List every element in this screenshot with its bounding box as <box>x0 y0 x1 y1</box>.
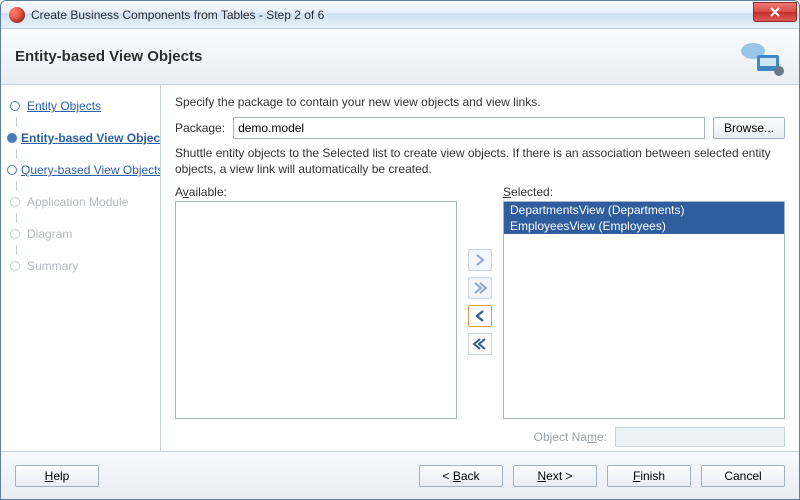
step-sidebar: Entity Objects Entity-based View Objects… <box>1 85 161 451</box>
package-input[interactable] <box>233 117 705 139</box>
header-graphic-icon <box>731 37 785 77</box>
titlebar: Create Business Components from Tables -… <box>1 1 799 29</box>
step-entity-objects[interactable]: Entity Objects <box>1 95 154 117</box>
step-summary: Summary <box>1 255 154 277</box>
step-label: Entity-based View Objects <box>21 131 161 145</box>
cancel-button[interactable]: Cancel <box>701 465 785 487</box>
step-label: Query-based View Objects <box>21 163 161 177</box>
move-left-button[interactable] <box>468 305 492 327</box>
move-all-left-button[interactable] <box>468 333 492 355</box>
shuttle-instruction: Shuttle entity objects to the Selected l… <box>175 145 785 177</box>
step-label: Diagram <box>27 227 72 241</box>
shuttle: Available: Selected: DepartmentsView (De… <box>175 185 785 419</box>
chevron-right-icon <box>473 253 487 267</box>
object-name-row: Object Name: <box>175 427 785 447</box>
move-right-button[interactable] <box>468 249 492 271</box>
list-item[interactable]: DepartmentsView (Departments) <box>504 202 784 218</box>
app-icon <box>9 7 25 23</box>
page-title: Entity-based View Objects <box>15 48 202 65</box>
list-item[interactable]: EmployeesView (Employees) <box>504 218 784 234</box>
package-label: Package: <box>175 121 225 135</box>
close-button[interactable] <box>753 2 797 22</box>
available-label: Available: <box>175 185 457 199</box>
wizard-footer: Help < Back Next > Finish Cancel <box>1 451 799 499</box>
help-button[interactable]: Help <box>15 465 99 487</box>
shuttle-buttons <box>465 185 495 419</box>
next-button[interactable]: Next > <box>513 465 597 487</box>
double-chevron-right-icon <box>473 281 487 295</box>
finish-button[interactable]: Finish <box>607 465 691 487</box>
chevron-left-icon <box>473 309 487 323</box>
selected-column: Selected: DepartmentsView (Departments) … <box>503 185 785 419</box>
double-chevron-left-icon <box>473 337 487 351</box>
step-query-based-view-objects[interactable]: Query-based View Objects <box>1 159 154 181</box>
back-button[interactable]: < Back <box>419 465 503 487</box>
wizard-window: Create Business Components from Tables -… <box>0 0 800 500</box>
available-column: Available: <box>175 185 457 419</box>
available-listbox[interactable] <box>175 201 457 419</box>
selected-label: Selected: <box>503 185 785 199</box>
close-icon <box>769 6 781 18</box>
package-row: Package: Browse... <box>175 117 785 139</box>
object-name-input <box>615 427 785 447</box>
step-entity-based-view-objects[interactable]: Entity-based View Objects <box>1 127 154 149</box>
object-name-label: Object Name: <box>534 430 607 444</box>
browse-button[interactable]: Browse... <box>713 117 785 139</box>
step-label: Application Module <box>27 195 128 209</box>
step-application-module: Application Module <box>1 191 154 213</box>
instruction-text: Specify the package to contain your new … <box>175 95 785 109</box>
selected-listbox[interactable]: DepartmentsView (Departments) EmployeesV… <box>503 201 785 419</box>
main-panel: Specify the package to contain your new … <box>161 85 799 451</box>
step-label: Entity Objects <box>27 99 101 113</box>
step-diagram: Diagram <box>1 223 154 245</box>
move-all-right-button[interactable] <box>468 277 492 299</box>
wizard-header: Entity-based View Objects <box>1 29 799 85</box>
window-title: Create Business Components from Tables -… <box>31 8 753 22</box>
step-label: Summary <box>27 259 78 273</box>
wizard-body: Entity Objects Entity-based View Objects… <box>1 85 799 451</box>
